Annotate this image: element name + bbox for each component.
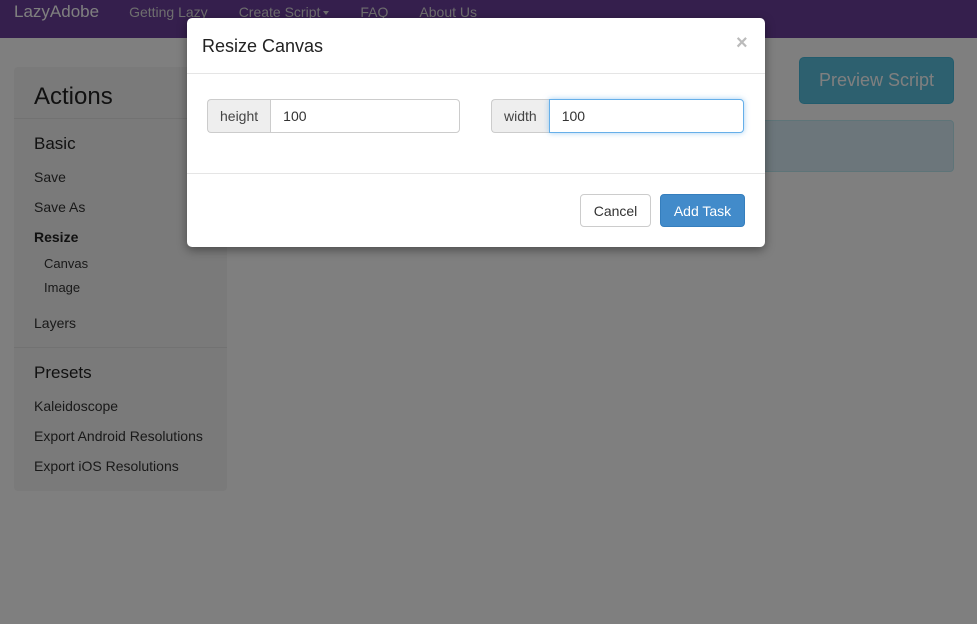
width-label: width bbox=[491, 99, 549, 133]
modal-title: Resize Canvas bbox=[202, 36, 324, 56]
height-input-group: height bbox=[207, 99, 461, 133]
cancel-button[interactable]: Cancel bbox=[580, 194, 651, 227]
modal-footer-divider bbox=[187, 173, 765, 174]
add-task-button[interactable]: Add Task bbox=[660, 194, 745, 227]
resize-canvas-modal: Resize Canvas × height width Cancel Add … bbox=[187, 18, 765, 247]
height-label: height bbox=[207, 99, 271, 133]
width-input[interactable] bbox=[548, 99, 744, 133]
close-icon[interactable]: × bbox=[736, 33, 748, 53]
width-input-group: width bbox=[491, 99, 744, 133]
height-input[interactable] bbox=[270, 99, 461, 133]
modal-header-divider bbox=[187, 73, 765, 74]
